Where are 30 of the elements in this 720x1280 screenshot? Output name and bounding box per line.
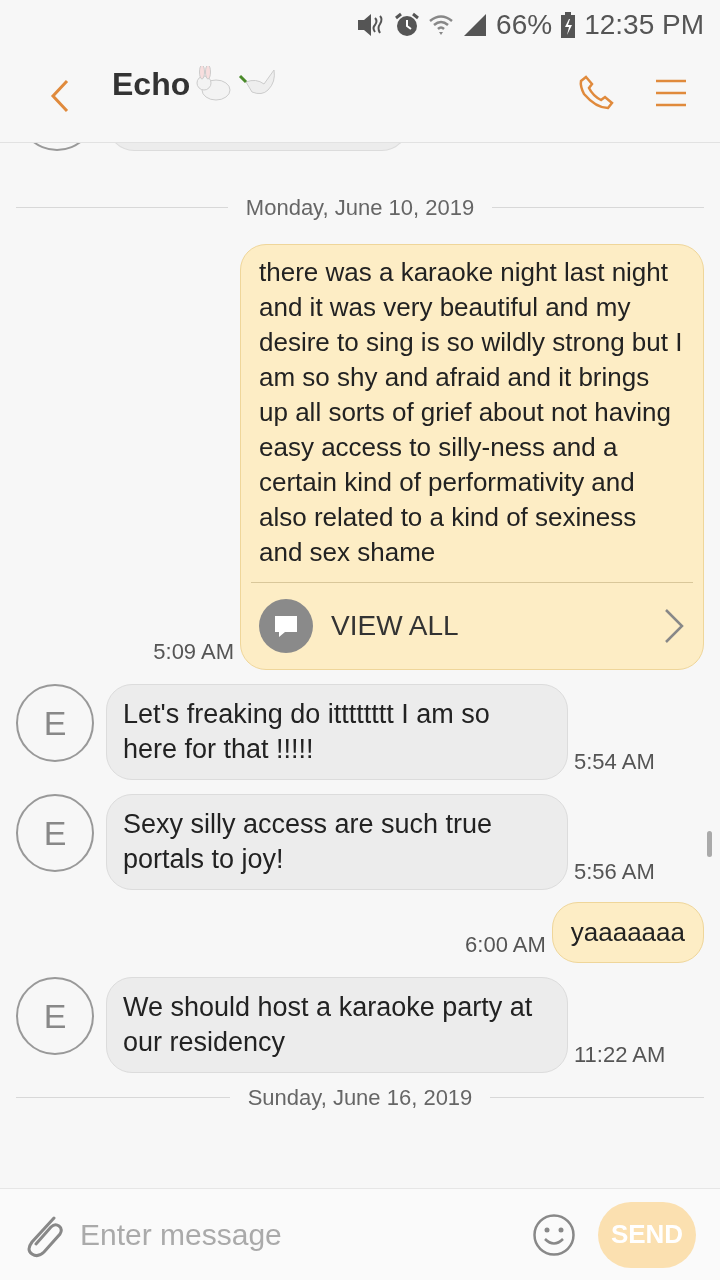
chevron-right-icon [663, 607, 685, 645]
alarm-icon [394, 12, 421, 38]
emoji-icon[interactable] [532, 1212, 576, 1257]
clock: 12:35 PM [584, 8, 704, 42]
message-bubble: Let's freaking do itttttttt I am so here for that !!!!! [106, 684, 568, 780]
date-separator: Sunday, June 16, 2019 [247, 1084, 473, 1112]
avatar: E [16, 684, 94, 762]
timestamp: 5:56 AM [574, 858, 655, 886]
back-icon [49, 78, 71, 114]
message-bubble: Sexy silly access are such true portals to joy! [106, 794, 568, 890]
message-text: yaaaaaaa [570, 916, 685, 949]
message-field[interactable]: Enter message [80, 1212, 522, 1257]
signal-icon [462, 12, 489, 38]
phone-icon [578, 74, 616, 112]
avatar: E [16, 977, 94, 1055]
contact-name: Echo [112, 65, 191, 104]
battery-icon [560, 12, 577, 38]
message-text: there was a karaoke night last night and it was very beautiful and my desire to sing is so wildly strong but I am so shy and afraid and it brings up all sorts of grief about not having easy access to silly-ness and a certain kind of performativity and also related to a kind of sexiness and sex shame [259, 256, 684, 569]
chat-icon [259, 599, 313, 653]
message-bubble: We should host a karaoke party at our residency [106, 977, 568, 1073]
battery-percent: 66% [496, 8, 553, 42]
date-separator: Monday, June 10, 2019 [245, 194, 475, 222]
timestamp: 11:22 AM [574, 1041, 666, 1069]
scrollbar [707, 831, 712, 857]
avatar: E [16, 794, 94, 872]
timestamp: 5:54 AM [574, 748, 655, 776]
timestamp: 5:09 AM [153, 638, 234, 666]
view-all-button[interactable]: VIEW ALL [259, 583, 685, 669]
menu-icon [655, 77, 687, 109]
timestamp: 6:00 AM [465, 931, 546, 959]
